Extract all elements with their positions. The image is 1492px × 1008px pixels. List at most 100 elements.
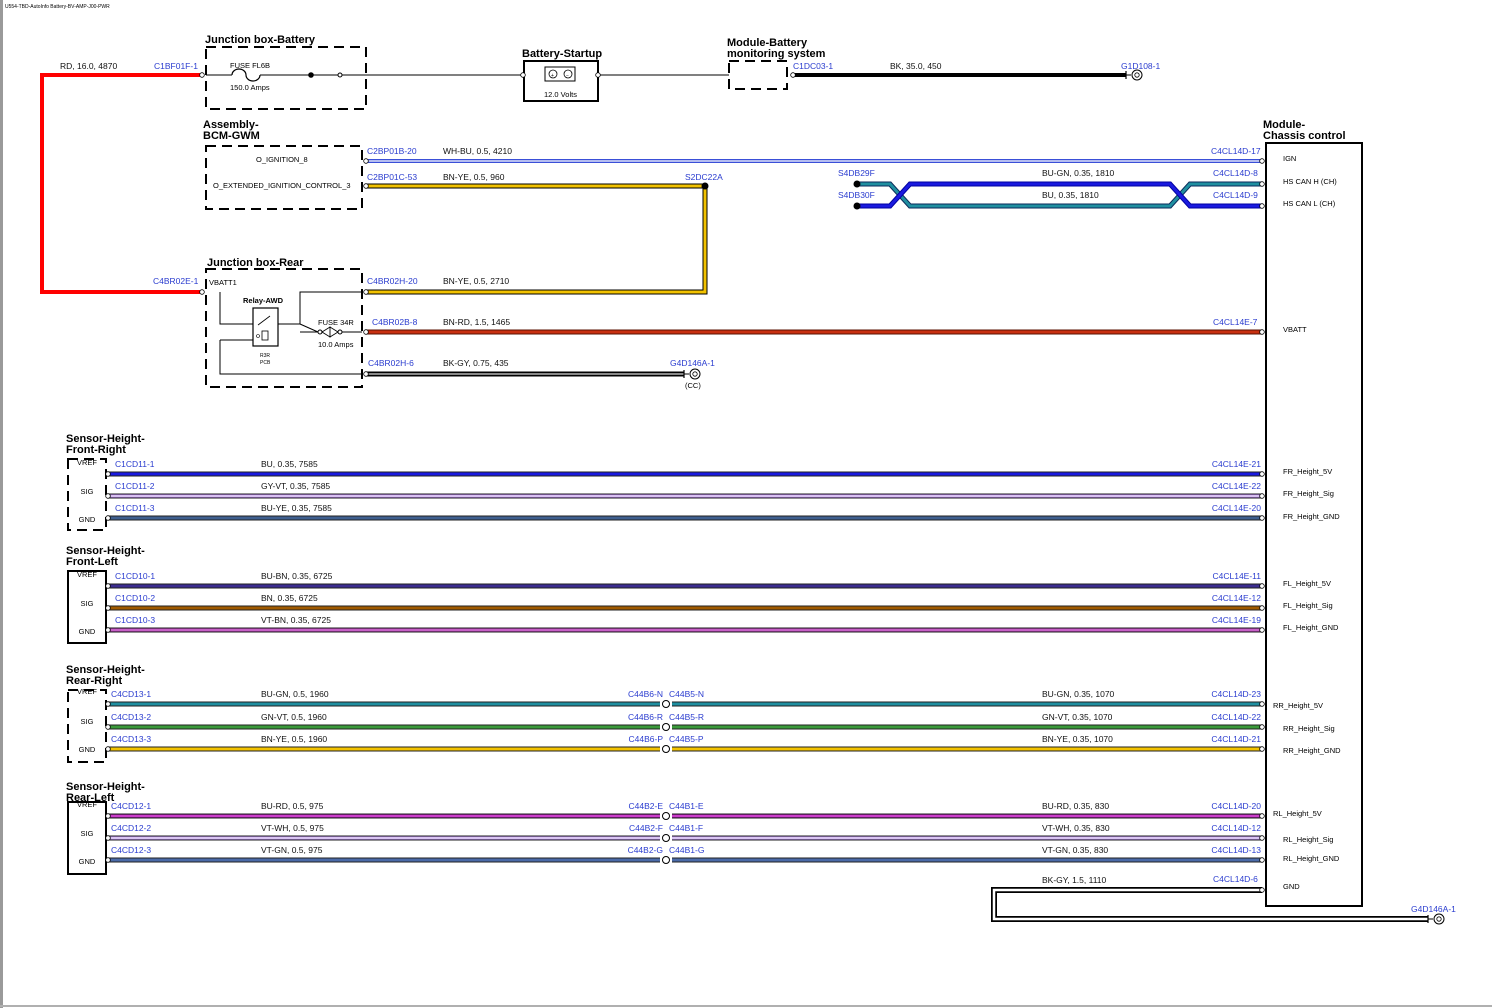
ccm-box [1265, 142, 1363, 907]
pin-terminal [105, 724, 111, 730]
ccm-pin-label: RL_Height_Sig [1283, 835, 1333, 844]
sensor-pin-label: GND [79, 745, 96, 754]
sensor-pin-label: VREF [77, 687, 97, 696]
conn-inline-a: C44B6-R [628, 712, 663, 722]
pin-terminal [105, 835, 111, 841]
bcm-title-2: BCM-GWM [203, 130, 260, 142]
ccm-pin-label: RR_Height_Sig [1283, 724, 1335, 733]
wire-label-ign: WH-BU, 0.5, 4210 [443, 146, 512, 156]
pin-terminal [199, 289, 205, 295]
ccm-pin-label: FR_Height_Sig [1283, 489, 1334, 498]
sensor-pin-label: GND [79, 857, 96, 866]
ground-g4d146a-cc-icon [683, 368, 701, 380]
pin-terminal [1259, 329, 1265, 335]
pin-terminal [105, 471, 111, 477]
conn-c4br02h-20: C4BR02H-20 [367, 276, 418, 286]
bcm-pin-ext: O_EXTENDED_IGNITION_CONTROL_3 [213, 181, 351, 190]
wire-label-bat-in: RD, 16.0, 4870 [60, 61, 117, 71]
conn-inline-b: C44B5-R [669, 712, 704, 722]
wiring-diagram: U554-TBD-AutoInfo Battery-BV-AMP-J00-PWR… [0, 0, 1492, 1008]
pin-terminal [1259, 605, 1265, 611]
conn-inline-b: C44B1-F [669, 823, 703, 833]
fuse-fl6b-icon [206, 68, 366, 82]
sensor-wire-label-b: BN-YE, 0.35, 1070 [1042, 734, 1113, 744]
splice-s4db29f [853, 180, 861, 188]
sensor-pin-label: VREF [77, 800, 97, 809]
wire-label-ccm-gnd: BK-GY, 1.5, 1110 [1042, 875, 1107, 885]
ccm-pin-label: GND [1283, 882, 1300, 891]
conn-inline-a: C44B6-N [628, 689, 663, 699]
pin-terminal [1259, 813, 1265, 819]
jb-rear-pin-vbatt: VBATT1 [209, 278, 237, 287]
pin-terminal [1259, 887, 1265, 893]
wire-rd-battery-feed [40, 73, 200, 294]
sensor-wire-label-b: BU-GN, 0.35, 1070 [1042, 689, 1115, 699]
conn-sensor: C1CD10-3 [115, 615, 155, 625]
fuse-fl6b-amps: 150.0 Amps [230, 83, 270, 92]
ccm-pin-label: HS CAN L (CH) [1283, 199, 1336, 208]
pin-terminal [1259, 627, 1265, 633]
sensor-pin-label: SIG [81, 487, 94, 496]
conn-ccm: C4CL14D-23 [1211, 689, 1261, 699]
battery-volts: 12.0 Volts [544, 90, 577, 99]
conn-sensor: C1CD11-3 [115, 503, 155, 513]
fuse-34r-label: FUSE 34R [318, 318, 354, 327]
conn-c2bp01c: C2BP01C-53 [367, 172, 417, 182]
conn-ccm: C4CL14E-12 [1212, 593, 1261, 603]
conn-c4br02b-8: C4BR02B-8 [372, 317, 418, 327]
conn-ccm-vbatt: C4CL14E-7 [1213, 317, 1258, 327]
conn-sensor: C1CD11-2 [115, 481, 155, 491]
conn-sensor: C1CD10-2 [115, 593, 155, 603]
pin-terminal [520, 72, 526, 78]
conn-inline-a: C44B6-P [629, 734, 664, 744]
ccm-pin-label: RL_Height_5V [1273, 809, 1322, 818]
conn-ccm-gnd: C4CL14D-6 [1213, 874, 1258, 884]
pin-terminal [1259, 746, 1265, 752]
inline-connector-icon [662, 723, 670, 731]
wire-label-ext: BN-YE, 0.5, 960 [443, 172, 505, 182]
conn-sensor: C1CD10-1 [115, 571, 155, 581]
pin-terminal [363, 289, 369, 295]
ccm-pin-label: RL_Height_GND [1283, 854, 1340, 863]
svg-text:−: − [566, 73, 569, 79]
sensor-wire-label: BN, 0.35, 6725 [261, 593, 318, 603]
relay-awd-label: Relay-AWD [243, 296, 284, 305]
bms-title-2: monitoring system [727, 48, 826, 60]
ground-g1d108-icon [1125, 69, 1143, 81]
sensor-wire-label: VT-WH, 0.5, 975 [261, 823, 324, 833]
conn-ccm: C4CL14D-12 [1211, 823, 1261, 833]
pin-terminal [1259, 471, 1265, 477]
sensor-wire-label-b: VT-GN, 0.35, 830 [1042, 845, 1108, 855]
jb-battery-box [205, 46, 367, 110]
ccm-pin-label: HS CAN H (CH) [1283, 177, 1337, 186]
sensor-wire-label: BU-RD, 0.5, 975 [261, 801, 324, 811]
conn-sensor: C4CD13-3 [111, 734, 151, 744]
wire-label-canh: BU-GN, 0.35, 1810 [1042, 168, 1115, 178]
pin-terminal [105, 515, 111, 521]
conn-inline-b: C44B5-P [669, 734, 704, 744]
pin-terminal [363, 371, 369, 377]
battery-cell-icon: + − [544, 66, 576, 82]
conn-g4d146a: G4D146A-1 [1411, 904, 1456, 914]
svg-text:+: + [551, 73, 554, 79]
sensor-pin-label: SIG [81, 717, 94, 726]
conn-ccm: C4CL14E-11 [1212, 571, 1261, 581]
pin-terminal [105, 493, 111, 499]
pin-terminal [1259, 158, 1265, 164]
sensor-pin-label: SIG [81, 599, 94, 608]
conn-g1d108: G1D108-1 [1121, 61, 1160, 71]
conn-c2bp01b: C2BP01B-20 [367, 146, 417, 156]
conn-sensor: C4CD12-1 [111, 801, 151, 811]
conn-ccm-ign: C4CL14D-17 [1211, 146, 1261, 156]
conn-sensor: C4CD13-1 [111, 689, 151, 699]
conn-inline-b: C44B1-G [669, 845, 704, 855]
inline-connector-icon [662, 834, 670, 842]
sensor-wire-label-b: GN-VT, 0.35, 1070 [1042, 712, 1113, 722]
conn-sensor: C1CD11-1 [115, 459, 155, 469]
ccm-pin-label: RR_Height_5V [1273, 701, 1323, 710]
ccm-pin-label: FL_Height_Sig [1283, 601, 1333, 610]
sensor-pin-label: GND [79, 515, 96, 524]
pin-terminal [105, 813, 111, 819]
conn-ccm: C4CL14E-21 [1212, 459, 1261, 469]
pin-terminal [199, 72, 205, 78]
